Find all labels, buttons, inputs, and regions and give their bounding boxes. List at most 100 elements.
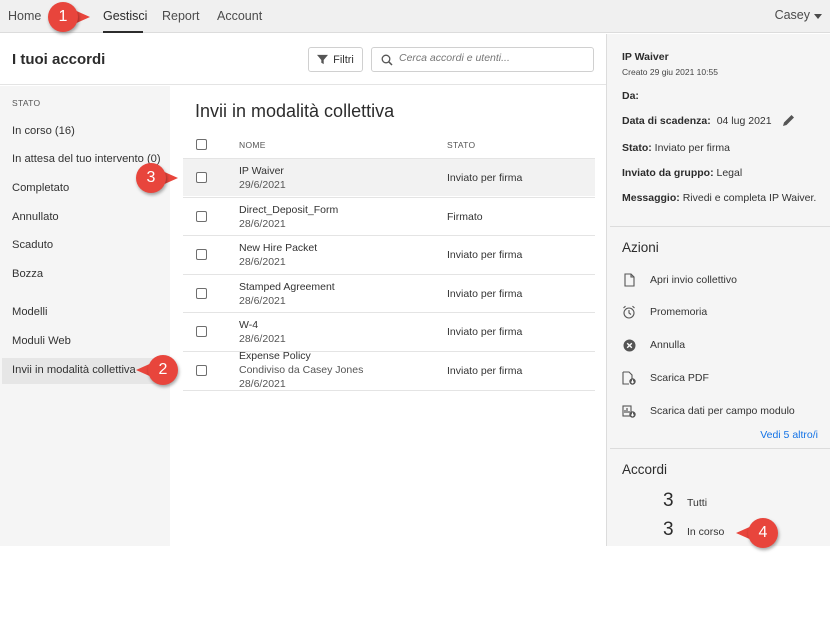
column-header-name[interactable]: NOME [239,140,266,150]
nav-account[interactable]: Account [217,9,262,23]
row-checkbox[interactable] [196,365,207,376]
row-status: Inviato per firma [447,326,523,338]
details-due-date: Data di scadenza: 04 lug 2021 [622,114,795,127]
agreements-list: Invii in modalità collettiva NOME STATO … [170,86,595,546]
divider [610,226,830,227]
row-status: Inviato per firma [447,288,523,300]
table-row[interactable]: W-4 28/6/2021 Inviato per firma [183,312,595,350]
search-box[interactable] [371,47,594,72]
details-title: IP Waiver [622,51,669,63]
table-row[interactable]: Expense Policy Condiviso da Casey Jones … [183,350,595,391]
table-row[interactable]: IP Waiver 29/6/2021 Inviato per firma [183,158,595,196]
message-label: Messaggio: [622,192,680,204]
row-date: 28/6/2021 [239,256,286,268]
sidebar-item-scaduto[interactable]: Scaduto [12,239,53,251]
callout-1: 1 [48,2,90,32]
nav-home[interactable]: Home [8,9,41,23]
row-name: New Hire Packet [239,242,318,254]
row-date: 29/6/2021 [239,179,286,191]
sidebar-item-moduli-web[interactable]: Moduli Web [12,335,71,347]
sidebar: STATO In corso (16) In attesa del tuo in… [0,86,170,546]
action-label: Scarica PDF [650,372,709,384]
agreements-count-all[interactable]: 3 Tutti [663,490,707,512]
message-value: Rivedi e completa IP Waiver. [682,192,817,204]
callout-4: 4 [736,518,778,548]
group-value: Legal [716,167,743,179]
sidebar-item-annullato[interactable]: Annullato [12,211,59,223]
details-created: Creato 29 giu 2021 10:55 [622,67,718,77]
details-group: Inviato da gruppo: Legal [622,167,742,179]
sidebar-item-modelli[interactable]: Modelli [12,306,47,318]
row-name: Direct_Deposit_Form [239,204,339,216]
row-checkbox[interactable] [196,211,207,222]
row-shared-by: Condiviso da Casey Jones [239,364,364,376]
details-status: Stato: Inviato per firma [622,142,730,154]
action-label: Annulla [650,339,686,351]
agreements-title: Accordi [622,462,668,477]
row-date: 28/6/2021 [239,378,286,390]
row-date: 28/6/2021 [239,218,286,230]
count-value: 3 [663,490,674,511]
page-header: I tuoi accordi Filtri [0,34,606,85]
action-download-pdf[interactable]: Scarica PDF [622,369,709,387]
nav-gestisci[interactable]: Gestisci [103,9,147,23]
row-status: Inviato per firma [447,172,523,184]
row-checkbox[interactable] [196,288,207,299]
details-panel: IP Waiver Creato 29 giu 2021 10:55 Da: D… [606,34,830,546]
select-all-checkbox[interactable] [196,139,207,150]
search-icon [381,54,393,66]
row-checkbox[interactable] [196,326,207,337]
row-name: Expense Policy [239,350,311,362]
row-status: Inviato per firma [447,249,523,261]
action-label: Apri invio collettivo [650,274,737,286]
action-open-bulk-send[interactable]: Apri invio collettivo [622,271,737,289]
user-name: Casey [774,8,810,22]
row-date: 28/6/2021 [239,295,286,307]
active-tab-indicator [103,31,143,33]
filter-button[interactable]: Filtri [308,47,363,72]
row-checkbox[interactable] [196,249,207,260]
status-label: Stato: [622,142,652,154]
sidebar-item-bozza[interactable]: Bozza [12,268,43,280]
row-date: 28/6/2021 [239,333,286,345]
pencil-icon[interactable] [782,114,795,127]
alarm-clock-icon [622,305,636,319]
callout-number: 1 [48,2,78,32]
nav-report[interactable]: Report [162,9,200,23]
action-cancel[interactable]: Annulla [622,336,685,354]
see-more-link[interactable]: Vedi 5 altro/i [760,429,818,441]
divider [610,448,830,449]
from-label: Da: [622,90,639,102]
filter-icon [317,54,329,65]
cancel-circle-icon [622,338,636,352]
sidebar-item-in-corso[interactable]: In corso (16) [12,125,75,137]
action-download-form-data[interactable]: Scarica dati per campo modulo [622,402,795,420]
due-date-value: 04 lug 2021 [716,114,772,127]
actions-title: Azioni [622,240,659,255]
sidebar-item-completato[interactable]: Completato [12,182,69,194]
table-row[interactable]: Stamped Agreement 28/6/2021 Inviato per … [183,274,595,312]
sidebar-item-invii-collettivi[interactable]: Invii in modalità collettiva [12,364,136,376]
search-input[interactable] [399,52,589,64]
count-label: In corso [687,526,725,538]
action-label: Scarica dati per campo modulo [650,405,795,417]
sidebar-heading: STATO [12,98,41,108]
row-checkbox[interactable] [196,172,207,183]
table-row[interactable]: New Hire Packet 28/6/2021 Inviato per fi… [183,235,595,273]
action-reminder[interactable]: Promemoria [622,303,707,321]
callout-number: 3 [136,163,166,193]
top-navigation: Home Gestisci Report Account Casey [0,0,830,33]
filter-label: Filtri [333,53,354,66]
agreements-count-in-progress[interactable]: 3 In corso [663,519,724,541]
app-window: Home Gestisci Report Account Casey I tuo… [0,0,830,548]
action-label: Promemoria [650,306,708,318]
callout-2: 2 [136,355,178,385]
row-name: IP Waiver [239,165,284,177]
details-from: Da: [622,90,639,102]
column-header-status[interactable]: STATO [447,140,475,150]
table-row[interactable]: Direct_Deposit_Form 28/6/2021 Firmato [183,197,595,235]
user-menu[interactable]: Casey [775,8,822,22]
download-data-icon [622,404,636,418]
row-status: Inviato per firma [447,365,523,377]
due-date-label: Data di scadenza: [622,114,711,127]
